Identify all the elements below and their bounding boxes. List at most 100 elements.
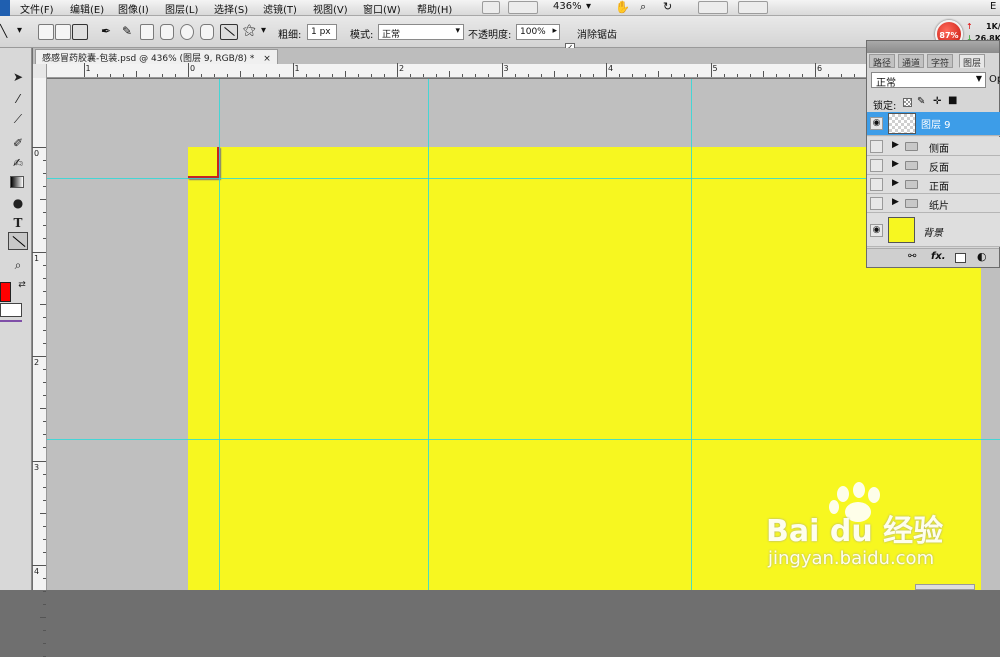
zoom-tool-icon[interactable]: ⌕	[8, 256, 28, 274]
layer-row[interactable]: ▶ 正面	[867, 175, 1000, 194]
type-tool-icon[interactable]: T	[8, 214, 28, 232]
link-layers-icon[interactable]: ⚯	[908, 251, 916, 262]
rounded-rect-shape-icon[interactable]	[160, 24, 174, 40]
bridge-button[interactable]	[482, 1, 500, 14]
eyedropper-icon[interactable]: ⟋	[8, 110, 28, 128]
move-tool-icon[interactable]: ➤	[8, 68, 28, 86]
line-tool-icon[interactable]: ╲	[0, 24, 7, 38]
layer-row[interactable]: ◉ 图层 9	[867, 112, 1000, 136]
magic-wand-icon[interactable]: ⁄	[8, 90, 28, 108]
menu-filter[interactable]: 滤镜(T)	[263, 1, 297, 16]
layer-row[interactable]: ▶ 反面	[867, 156, 1000, 175]
fill-pixels-icon[interactable]	[72, 24, 88, 40]
layer-name[interactable]: 图层 9	[921, 116, 951, 131]
polygon-shape-icon[interactable]	[200, 24, 214, 40]
vertical-ruler[interactable]: 0 1 2 3 4	[32, 78, 47, 657]
menu-file[interactable]: 文件(F)	[20, 1, 54, 16]
custom-shape-icon[interactable]: ⚝	[243, 23, 256, 38]
guide-horizontal[interactable]	[47, 439, 1000, 440]
close-icon[interactable]: ×	[263, 54, 271, 64]
lock-all-icon[interactable]: ■	[948, 95, 957, 106]
background-color-swatch[interactable]	[0, 303, 22, 317]
lock-pixels-icon[interactable]: ✎	[917, 96, 925, 107]
expand-triangle-icon[interactable]: ▶	[892, 159, 899, 169]
burn-tool-icon[interactable]: ●	[8, 194, 28, 212]
line-tool-selected-icon[interactable]	[8, 232, 28, 250]
eye-off-cell[interactable]	[870, 159, 883, 172]
history-brush-icon[interactable]: ✍	[8, 154, 28, 172]
menu-image[interactable]: 图像(I)	[118, 1, 149, 16]
weight-input[interactable]: 1 px	[307, 24, 337, 40]
ruler-minor-tick	[684, 74, 686, 77]
eye-off-cell[interactable]	[870, 197, 883, 210]
menu-help[interactable]: 帮助(H)	[417, 1, 452, 16]
scrollbar-thumb[interactable]	[915, 584, 975, 590]
pen-tool-icon[interactable]: ✒	[101, 24, 111, 38]
layer-style-icon[interactable]: fx.	[931, 251, 946, 262]
eye-icon[interactable]: ◉	[870, 224, 883, 237]
guide-horizontal[interactable]	[47, 178, 1000, 179]
tool-preset-chevron-icon[interactable]: ▾	[17, 25, 22, 36]
menu-window[interactable]: 窗口(W)	[363, 1, 401, 16]
arrange-documents-button[interactable]	[698, 1, 728, 14]
zoom-tool-icon[interactable]: ⌕	[640, 0, 646, 14]
ruler-tick	[292, 63, 294, 77]
lock-position-icon[interactable]: ✛	[933, 96, 941, 107]
menu-edit[interactable]: 编辑(E)	[70, 1, 104, 16]
lock-transparent-icon[interactable]	[903, 98, 912, 107]
layer-name[interactable]: 背景	[923, 224, 943, 239]
layer-name[interactable]: 侧面	[929, 140, 949, 155]
geometry-options-chevron-icon[interactable]: ▾	[261, 25, 266, 36]
line-shape-icon[interactable]	[220, 24, 238, 40]
hand-tool-icon[interactable]: ✋	[615, 0, 630, 14]
quick-mask-icon[interactable]	[0, 320, 22, 322]
layer-row[interactable]: ▶ 侧面	[867, 137, 1000, 156]
guide-vertical[interactable]	[428, 79, 429, 590]
eye-icon[interactable]: ◉	[870, 117, 883, 130]
horizontal-ruler[interactable]: 1 0 1 2 3 4 5 6	[33, 63, 1000, 78]
layer-row[interactable]: ▶ 纸片	[867, 194, 1000, 213]
expand-triangle-icon[interactable]: ▶	[892, 178, 899, 188]
tab-channels[interactable]: 通道	[898, 54, 925, 69]
guide-vertical[interactable]	[691, 79, 692, 590]
menu-select[interactable]: 选择(S)	[214, 1, 248, 16]
menu-view[interactable]: 视图(V)	[313, 1, 348, 16]
toolbox: ➤ ⁄ ⟋ ✐ ✍ ● T ⌕ ⇄	[0, 48, 32, 590]
expand-triangle-icon[interactable]: ▶	[892, 197, 899, 207]
paths-icon[interactable]	[55, 24, 71, 40]
layer-name[interactable]: 正面	[929, 178, 949, 193]
panel-title-bar[interactable]	[867, 41, 999, 53]
gradient-tool-icon[interactable]	[10, 176, 24, 188]
opacity-input[interactable]: 100% ▸	[516, 24, 560, 40]
eye-off-cell[interactable]	[870, 178, 883, 191]
screen-mode-button[interactable]	[738, 1, 768, 14]
ruler-minor-tick	[566, 74, 568, 77]
layer-mask-icon[interactable]	[955, 253, 966, 263]
rectangle-shape-icon[interactable]	[140, 24, 154, 40]
tab-paths[interactable]: 路径	[869, 54, 896, 69]
freeform-pen-icon[interactable]: ✎	[122, 24, 132, 38]
menu-layer[interactable]: 图层(L)	[165, 1, 198, 16]
layer-name[interactable]: 反面	[929, 159, 949, 174]
shape-layers-icon[interactable]	[38, 24, 54, 40]
layer-name[interactable]: 纸片	[929, 197, 949, 212]
swap-colors-icon[interactable]: ⇄	[12, 276, 32, 294]
guide-vertical[interactable]	[219, 79, 220, 590]
rotate-view-icon[interactable]: ↻	[663, 0, 672, 13]
tab-layers[interactable]: 图层	[959, 54, 986, 69]
blend-mode-select[interactable]: 正常 ▼	[871, 72, 986, 89]
brush-tool-icon[interactable]: ✐	[8, 134, 28, 152]
ellipse-shape-icon[interactable]	[180, 24, 194, 40]
expand-triangle-icon[interactable]: ▶	[892, 140, 899, 150]
ruler-minor-tick	[436, 74, 438, 77]
tab-character[interactable]: 字符	[927, 54, 954, 69]
eye-off-cell[interactable]	[870, 140, 883, 153]
ruler-tick	[710, 63, 712, 77]
layer-row[interactable]: ◉ 背景	[867, 213, 1000, 247]
view-extras-button[interactable]	[508, 1, 538, 14]
adjustment-layer-icon[interactable]: ◐	[977, 250, 987, 263]
document-tab[interactable]: 感感冒药胶囊-包装.psd @ 436% (图层 9, RGB/8) * ×	[35, 49, 278, 64]
zoom-level-dropdown[interactable]: 436%	[553, 1, 582, 12]
mode-select[interactable]: 正常 ▾	[378, 24, 464, 40]
foreground-color-swatch[interactable]	[0, 282, 11, 302]
